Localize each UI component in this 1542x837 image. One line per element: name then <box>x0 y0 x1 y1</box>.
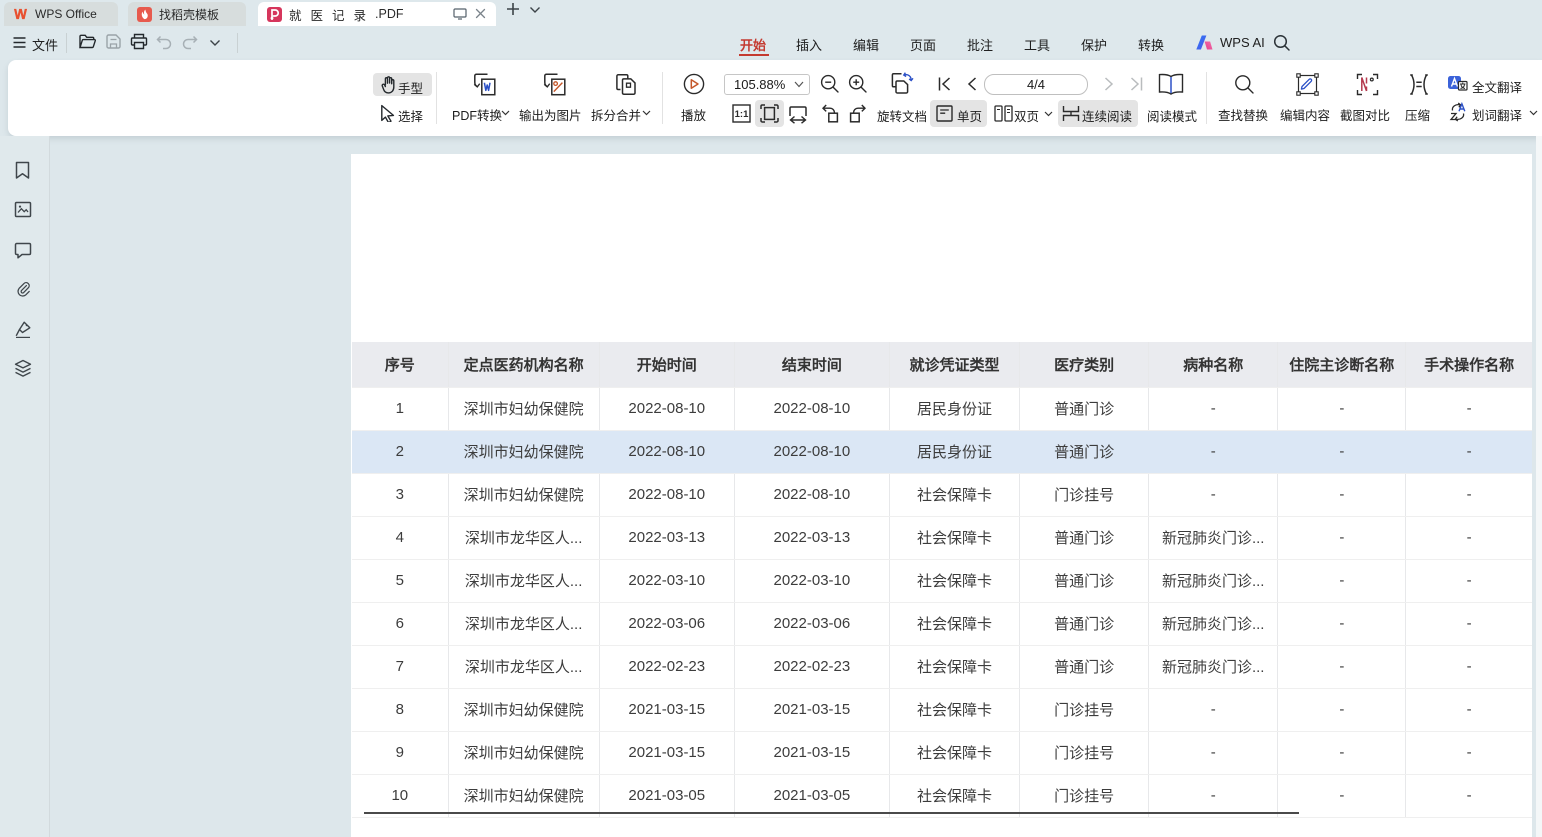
svg-text:1:1: 1:1 <box>735 109 749 120</box>
